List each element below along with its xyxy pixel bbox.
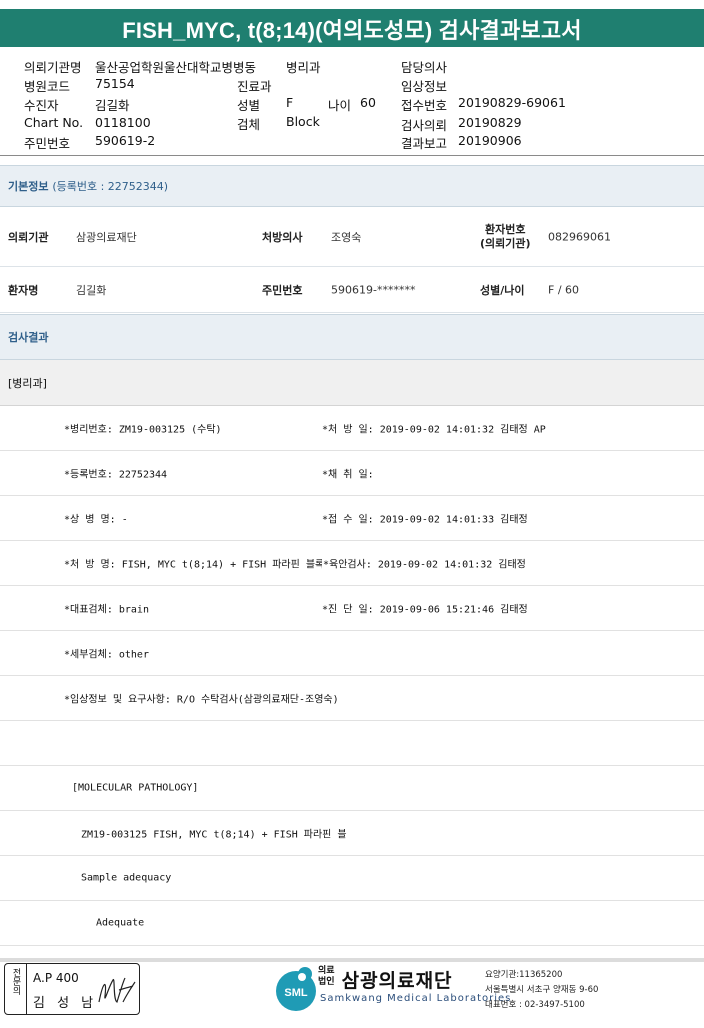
result-left: *임상정보 및 요구사항: R/O 수탁검사(삼광의료재단-조영숙) <box>64 694 339 706</box>
header-divider <box>0 155 704 156</box>
prescriber-label: 처방의사 <box>262 230 303 244</box>
hospital-code-label: 병원코드 <box>24 79 71 94</box>
org-name: 삼광의료재단 <box>341 970 453 992</box>
institution-value: 울산공업학원울산대학교병병동 <box>95 60 257 75</box>
logo-abbreviation: SML <box>284 987 308 999</box>
report-title-bar: FISH_MYC, t(8;14)(여의도성모) 검사결과보고서 <box>0 0 704 47</box>
patient-value: 김길화 <box>95 98 130 113</box>
sex-value: F <box>286 95 294 110</box>
doctor-label: 담당의사 <box>401 60 448 75</box>
result-left: *등록번호: 22752344 <box>64 469 168 481</box>
results-dept: [병리과] <box>8 376 47 390</box>
rrn-label: 주민번호 <box>24 136 71 151</box>
result-left: *대표검체: brain <box>64 604 149 616</box>
request-date-label: 검사의뢰 <box>401 118 448 133</box>
sample-adequacy-label: Sample adequacy <box>81 872 172 884</box>
address: 서울특별시 서초구 양재동 9-60 <box>485 985 599 995</box>
result-row: *처 방 명: FISH, MYC t(8;14) + FISH 파라핀 블록 … <box>0 541 704 586</box>
institution-code: 요양기관:11365200 <box>485 970 563 980</box>
pathologist-stamp: 전문의 A.P 400 김 성 남 <box>4 963 140 1015</box>
patient-no-label: 환자번호 (의뢰기관) <box>480 222 531 250</box>
org-prefix: 의료 법인 <box>318 966 335 987</box>
specimen-label: 검체 <box>237 117 261 132</box>
org-name-block: 의료 법인 삼광의료재단 <box>318 966 453 993</box>
stamp-role: 전문의 <box>5 964 27 1014</box>
basic-info-section-header: 기본정보 (등록번호 : 22752344) <box>0 165 704 207</box>
result-row: *병리번호: ZM19-003125 (수탁) *처 방 일: 2019-09-… <box>0 406 704 451</box>
clinical-info-label: 임상정보 <box>401 79 448 94</box>
basic-info-title: 기본정보 (등록번호 : 22752344) <box>8 180 169 193</box>
basic-info-row-2: 환자명 김길화 주민번호 590619-******* 성별/나이 F / 60 <box>0 267 704 313</box>
stamp-name: 김 성 남 <box>33 996 98 1011</box>
result-left: *병리번호: ZM19-003125 (수탁) <box>64 424 222 436</box>
prescriber-value: 조영숙 <box>331 230 362 244</box>
adequacy-value: Adequate <box>96 917 145 929</box>
result-left: *세부검체: other <box>64 649 149 661</box>
sex-age-value: F / 60 <box>548 283 580 296</box>
rrn-value: 590619-2 <box>95 133 156 148</box>
chart-no-value: 0118100 <box>95 115 151 130</box>
molecular-pathology-heading: [MOLECULAR PATHOLOGY] <box>72 782 199 794</box>
result-right: *접 수 일: 2019-09-02 14:01:33 김태정 <box>322 514 528 526</box>
hospital-code-value: 75154 <box>95 76 135 91</box>
sml-logo-icon: SML <box>276 967 316 1011</box>
result-row: *세부검체: other <box>0 631 704 676</box>
request-date-value: 20190829 <box>458 115 522 130</box>
patient-name-label: 환자명 <box>8 283 39 297</box>
result-row: *등록번호: 22752344 *채 취 일: <box>0 451 704 496</box>
result-left: *상 병 명: - <box>64 514 128 526</box>
age-label: 나이 <box>328 98 352 113</box>
result-right: *육안검사: 2019-09-02 14:01:32 김태정 <box>322 555 526 571</box>
report-date-value: 20190906 <box>458 133 522 148</box>
sample-adequacy-row: Sample adequacy <box>0 856 704 901</box>
adequate-row: Adequate <box>0 901 704 946</box>
test-line: ZM19-003125 FISH, MYC t(8;14) + FISH 파라핀… <box>81 829 347 841</box>
resident-no-value: 590619-******* <box>331 283 416 296</box>
patient-label: 수진자 <box>24 98 59 113</box>
result-row: *임상정보 및 요구사항: R/O 수탁검사(삼광의료재단-조영숙) <box>0 676 704 721</box>
result-row: *대표검체: brain *진 단 일: 2019-09-06 15:21:46… <box>0 586 704 631</box>
blank-row <box>0 721 704 766</box>
specimen-value: Block <box>286 114 320 129</box>
signature-icon <box>98 977 136 1003</box>
institution-label: 의뢰기관명 <box>24 60 82 75</box>
age-value: 60 <box>360 95 376 110</box>
registration-number: (등록번호 : 22752344) <box>52 180 169 193</box>
result-right: *채 취 일: <box>322 469 374 481</box>
requesting-inst-label: 의뢰기관 <box>8 230 49 244</box>
results-dept-row: [병리과] <box>0 360 704 406</box>
receipt-no-label: 접수번호 <box>401 98 448 113</box>
org-english-name: Samkwang Medical Laboratories <box>320 993 512 1004</box>
dept-value: 병리과 <box>286 60 321 75</box>
clinic-label: 진료과 <box>237 79 272 94</box>
result-row: *상 병 명: - *접 수 일: 2019-09-02 14:01:33 김태… <box>0 496 704 541</box>
result-right: *처 방 일: 2019-09-02 14:01:32 김태정 AP <box>322 424 546 436</box>
report-date-label: 결과보고 <box>401 136 448 151</box>
test-line-row: ZM19-003125 FISH, MYC t(8;14) + FISH 파라핀… <box>0 811 704 856</box>
phone-number: 대표번호 : 02-3497-5100 <box>485 1000 585 1010</box>
report-title: FISH_MYC, t(8;14)(여의도성모) 검사결과보고서 <box>122 18 582 43</box>
stamp-role-text: 전문의 <box>10 968 21 995</box>
molecular-header-row: [MOLECULAR PATHOLOGY] <box>0 766 704 811</box>
patient-no-value: 082969061 <box>548 230 611 243</box>
sex-age-label: 성별/나이 <box>480 283 525 297</box>
results-section-header: 검사결과 <box>0 314 704 360</box>
footer-divider <box>0 958 704 962</box>
chart-no-label: Chart No. <box>24 115 84 130</box>
receipt-no-value: 20190829-69061 <box>458 95 566 110</box>
result-left: *처 방 명: FISH, MYC t(8;14) + FISH 파라핀 블록 <box>64 559 325 571</box>
sex-label: 성별 <box>237 98 261 113</box>
resident-no-label: 주민번호 <box>262 283 303 297</box>
basic-info-row-1: 의뢰기관 삼광의료재단 처방의사 조영숙 환자번호 (의뢰기관) 08296906… <box>0 207 704 267</box>
result-right: *진 단 일: 2019-09-06 15:21:46 김태정 <box>322 604 528 616</box>
patient-name-value: 김길화 <box>76 283 107 297</box>
stamp-license: A.P 400 <box>33 971 79 985</box>
results-title: 검사결과 <box>8 331 49 344</box>
requesting-inst-value: 삼광의료재단 <box>76 230 137 244</box>
